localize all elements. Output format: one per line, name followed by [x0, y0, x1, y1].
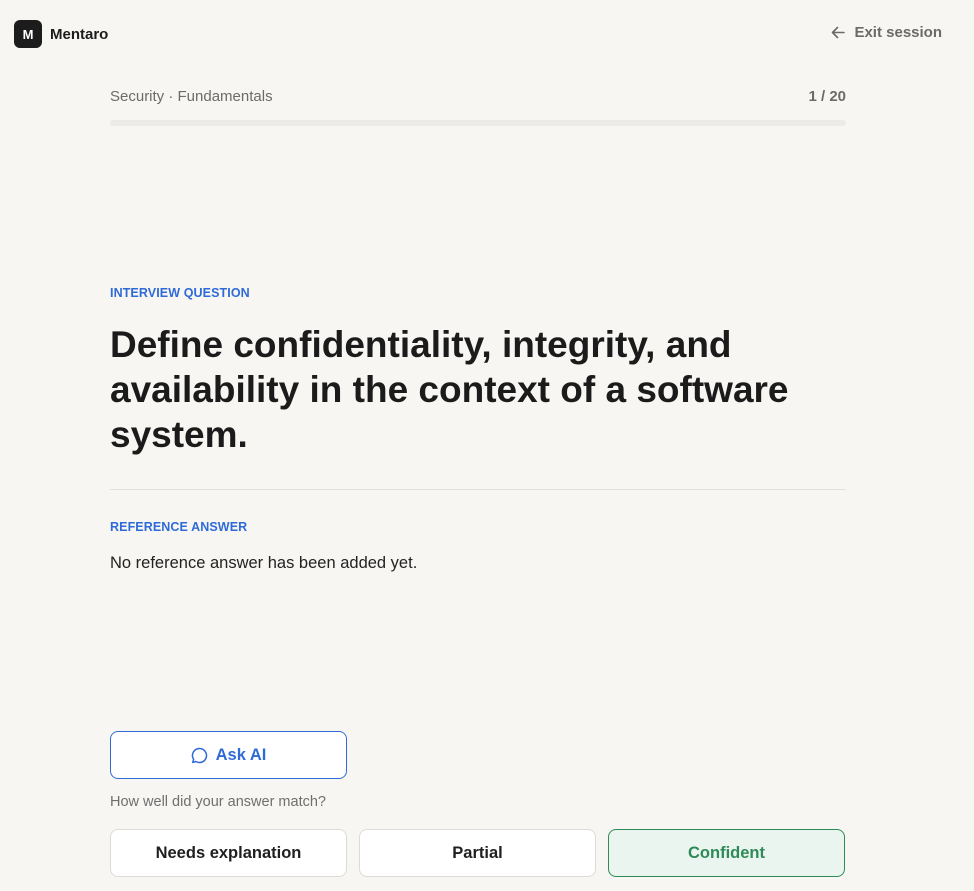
ask-ai-label: Ask AI	[215, 745, 267, 764]
reference-section-label: REFERENCE ANSWER	[110, 520, 248, 534]
brand[interactable]: M Mentaro	[14, 20, 108, 48]
app-logo: M	[14, 20, 42, 48]
needs-explanation-button[interactable]: Needs explanation	[110, 829, 347, 877]
reference-answer-text: No reference answer has been added yet.	[110, 554, 418, 572]
confident-button[interactable]: Confident	[608, 829, 845, 877]
question-text: Define confidentiality, integrity, and a…	[110, 324, 789, 455]
divider	[110, 489, 846, 490]
exit-session-button[interactable]: Exit session	[831, 24, 942, 41]
progress-bar	[110, 120, 846, 126]
chat-bubble-icon	[191, 747, 208, 764]
top-bar: M Mentaro Exit session	[0, 0, 974, 68]
question-section-label: INTERVIEW QUESTION	[110, 286, 250, 300]
progress-header: Security · Fundamentals 1 / 20	[110, 88, 846, 105]
app-name: Mentaro	[50, 25, 109, 43]
breadcrumb: Security · Fundamentals	[110, 88, 273, 105]
match-prompt: How well did your answer match?	[110, 794, 326, 810]
arrow-left-icon	[831, 26, 846, 39]
partial-button[interactable]: Partial	[359, 829, 596, 877]
exit-session-label: Exit session	[854, 24, 942, 41]
rating-options: Needs explanation Partial Confident	[110, 829, 845, 877]
ask-ai-button[interactable]: Ask AI	[110, 731, 347, 779]
question-counter: 1 / 20	[808, 88, 846, 105]
